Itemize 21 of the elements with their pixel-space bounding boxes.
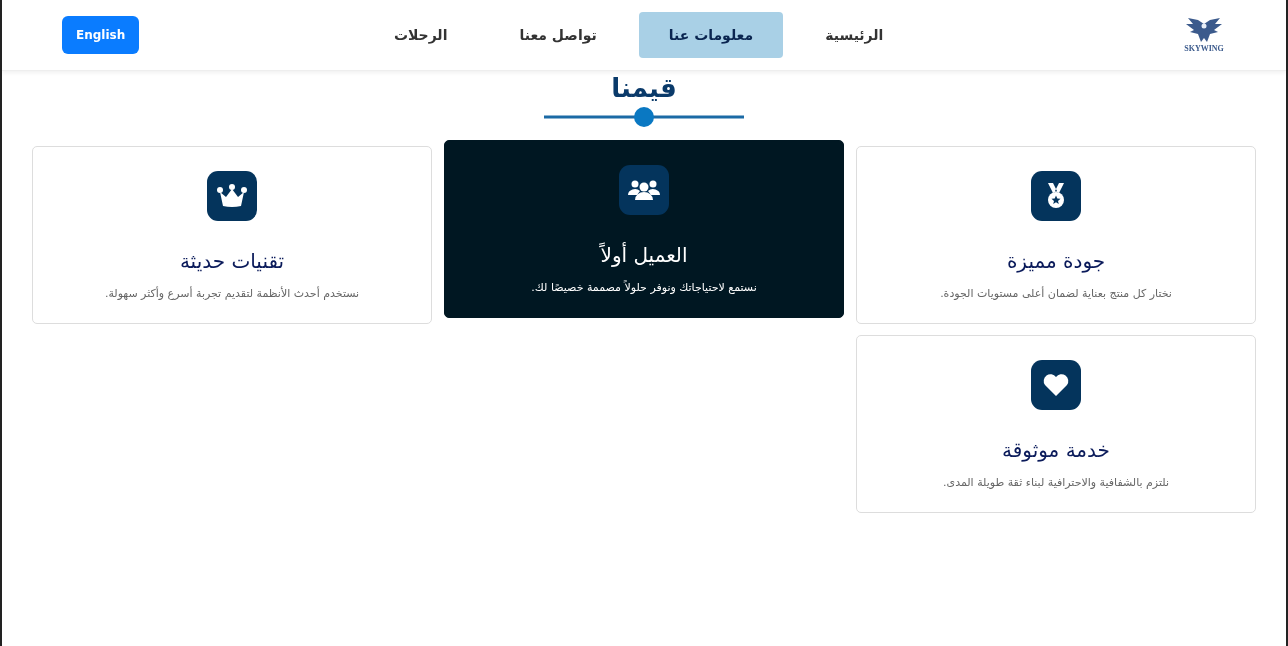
eagle-logo[interactable]: SKYWING <box>1178 17 1230 53</box>
language-button[interactable]: English <box>62 16 140 54</box>
nav-link[interactable]: الرحلات <box>363 12 478 58</box>
section-title: قيمنا <box>611 73 677 105</box>
eagle-icon <box>1184 17 1224 44</box>
card-text: نستخدم أحدث الأنظمة لتقديم تجربة أسرع وأكثر سهولة. <box>104 287 360 301</box>
card-title: العميل أولاً <box>600 243 688 268</box>
card-text: نلتزم بالشفافية والاحترافية لبناء ثقة طويلة المدى. <box>943 476 1169 490</box>
card-text: نختار كل منتج بعناية لضمان أعلى مستويات الجودة. <box>940 287 1172 301</box>
title-divider-icon <box>544 106 744 129</box>
card-title: جودة مميزة <box>1006 249 1106 274</box>
nav-link[interactable]: معلومات عنا <box>638 12 784 58</box>
logo-text: SKYWING <box>1184 43 1224 53</box>
users-icon <box>619 165 669 216</box>
card-text: نستمع لاحتياجاتك ونوفر حلولاً مصممة خصيصًا لك. <box>531 281 757 295</box>
nav-link[interactable]: الرئيسية <box>795 12 914 58</box>
card-title: خدمة موثوقة <box>1002 438 1110 463</box>
card-title: تقنيات حديثة <box>179 249 285 274</box>
nav-link[interactable]: تواصل معنا <box>489 12 627 58</box>
medal-icon <box>1031 171 1081 222</box>
crown-icon <box>207 171 257 222</box>
